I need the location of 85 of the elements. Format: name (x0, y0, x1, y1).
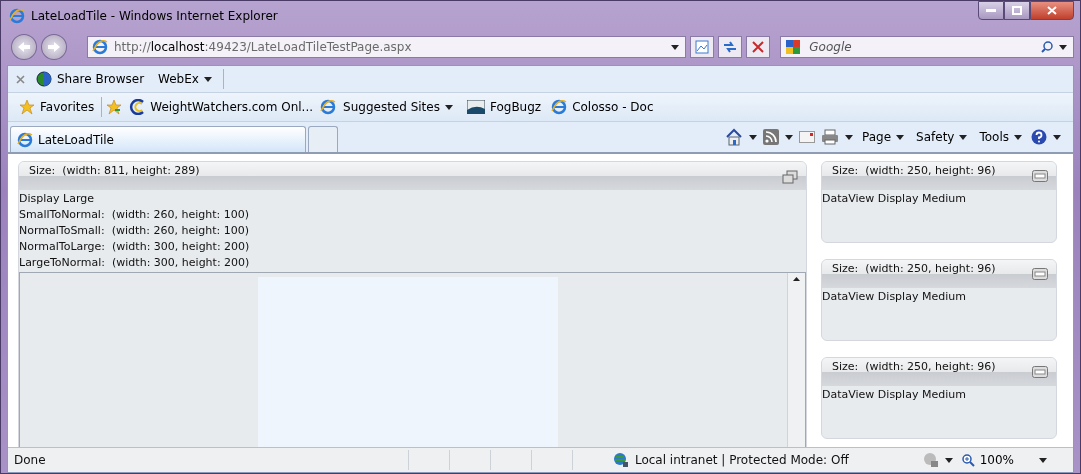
window-title: LateLoadTile - Windows Internet Explorer (31, 9, 278, 23)
security-zone[interactable]: Local intranet | Protected Mode: Off (634, 453, 849, 467)
scroll-up-icon[interactable] (793, 277, 800, 281)
search-field[interactable]: Google (780, 36, 1074, 58)
close-icon (1047, 6, 1057, 15)
globe-icon (36, 71, 52, 87)
feed-icon[interactable] (763, 129, 779, 145)
command-menu[interactable]: Tools (976, 128, 1025, 146)
compatibility-button[interactable] (690, 36, 715, 58)
minimize-button[interactable] (978, 1, 1004, 20)
tile-size-label: Size: (width: 811, height: 289) (28, 163, 200, 177)
maximize-tile-icon[interactable] (1032, 170, 1048, 182)
tile-text: NormalToLarge: (width: 300, height: 200) (19, 239, 250, 255)
command-menu[interactable]: Page (859, 128, 908, 146)
zoom-icon (961, 453, 975, 467)
favorite-link[interactable]: Suggested Sites (340, 98, 456, 116)
forward-arrow-icon (47, 42, 60, 52)
ie-icon (91, 39, 108, 55)
tile-text: SmallToNormal: (width: 260, height: 100) (19, 207, 249, 223)
maximize-icon (1012, 6, 1022, 15)
caret-icon (749, 134, 757, 140)
command-bar-item[interactable]: WebEx (155, 70, 215, 88)
close-icon[interactable] (16, 74, 25, 84)
maximize-tile-icon[interactable] (1032, 268, 1048, 280)
tile-size-label: Size: (width: 250, height: 96) (831, 163, 996, 177)
caret-icon (671, 44, 680, 50)
help-icon[interactable] (1031, 129, 1047, 145)
caret-icon (1039, 457, 1047, 463)
refresh-icon (723, 40, 738, 54)
caret-icon (896, 134, 905, 140)
command-menu[interactable]: Safety (913, 128, 971, 146)
tile-text: DataView Display Medium (822, 289, 966, 305)
tile-size-label: Size: (width: 250, height: 96) (831, 261, 996, 275)
restore-tile-icon[interactable] (782, 170, 798, 184)
page-icon (695, 40, 710, 54)
favorite-link[interactable]: WeightWatchers.com Onl... (126, 97, 317, 117)
search-input[interactable]: Google (807, 39, 1035, 55)
tile-size-label: Size: (width: 250, height: 96) (831, 359, 996, 373)
caret-icon (444, 104, 453, 110)
browser-tab[interactable]: LateLoadTile (10, 126, 306, 152)
refresh-button[interactable] (718, 36, 743, 58)
caret-icon (959, 134, 968, 140)
close-icon (752, 41, 765, 53)
ie-icon (9, 8, 25, 24)
mail-icon[interactable] (799, 131, 815, 143)
ie-icon (17, 131, 33, 148)
favorites-button[interactable]: Favorites (16, 97, 98, 117)
zoom-button[interactable]: 100% (958, 451, 1017, 469)
close-button[interactable] (1030, 1, 1074, 20)
maximize-button[interactable] (1004, 1, 1030, 20)
ie-icon (320, 99, 337, 115)
google-icon (785, 39, 802, 55)
fog-icon (466, 100, 485, 114)
maximize-tile-icon[interactable] (1032, 366, 1048, 378)
add-favorite-icon[interactable] (106, 99, 123, 115)
printer-icon[interactable] (821, 129, 839, 145)
favorite-link[interactable]: FogBugz (463, 98, 545, 116)
home-icon[interactable] (725, 128, 743, 146)
caret-icon (1059, 44, 1067, 50)
status-text: Done (14, 453, 46, 467)
caret-icon (1014, 134, 1022, 140)
caret-icon (1053, 134, 1061, 140)
network-globe-icon (612, 452, 629, 468)
back-button[interactable] (11, 34, 37, 60)
scrollbar[interactable] (787, 273, 805, 447)
command-bar-item[interactable]: Share Browser (33, 69, 148, 89)
tile-text: LargeToNormal: (width: 300, height: 200) (19, 255, 250, 271)
minimize-icon (986, 8, 996, 13)
caret-icon (845, 134, 853, 140)
ie-icon (551, 99, 568, 115)
caret-icon (785, 134, 793, 140)
favorite-link[interactable]: Colosso - Doc (548, 97, 657, 117)
caret-icon (944, 457, 953, 463)
address-field[interactable]: http://localhost:49423/LateLoadTileTestPage.aspx (86, 36, 687, 58)
stop-button[interactable] (746, 36, 771, 58)
tile-text: DataView Display Medium (822, 191, 966, 207)
caret-icon (203, 76, 212, 82)
tile-text: DataView Display Medium (822, 387, 966, 403)
swirl-icon (129, 99, 146, 115)
tile-text: Display Large (19, 191, 94, 207)
search-icon (1041, 41, 1053, 53)
star-icon (19, 99, 35, 115)
forward-button[interactable] (40, 34, 67, 60)
tile-text: NormalToSmall: (width: 260, height: 100) (19, 223, 249, 239)
back-arrow-icon (18, 42, 30, 52)
